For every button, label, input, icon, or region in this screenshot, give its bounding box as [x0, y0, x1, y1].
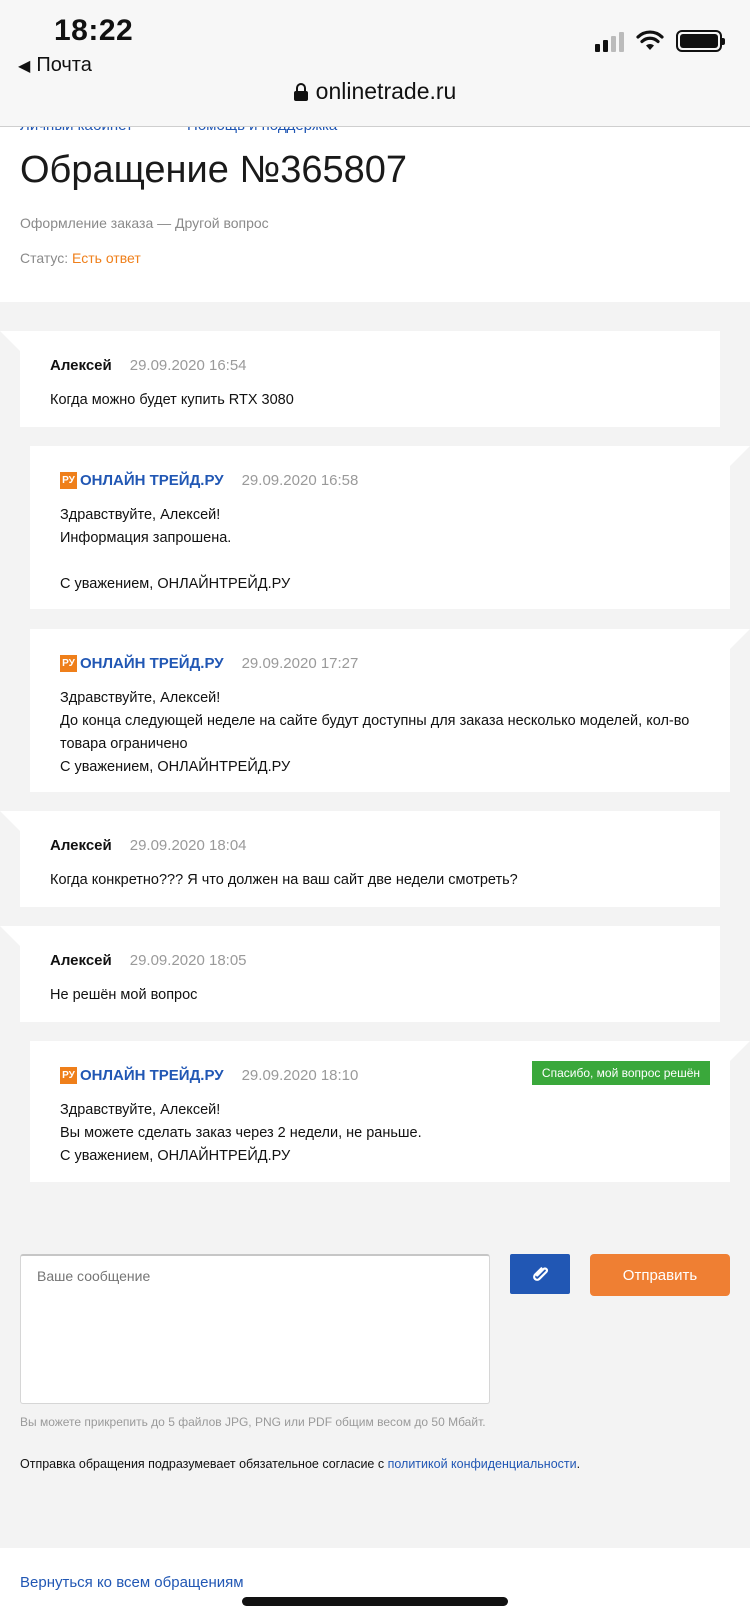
- message-line: Вы можете сделать заказ через 2 недели, …: [60, 1125, 422, 1141]
- page-title: Обращение №365807: [20, 149, 408, 191]
- home-indicator[interactable]: [242, 1597, 508, 1606]
- message-author: ОНЛАЙН ТРЕЙД.РУ: [80, 655, 224, 672]
- ticket-status: Статус: Есть ответ: [20, 250, 141, 266]
- ticket-header: Личный кабинет Помощь и поддержка Обраще…: [0, 117, 750, 302]
- status-value: Есть ответ: [72, 250, 141, 266]
- message-header: Алексей 29.09.2020 16:54: [50, 357, 247, 374]
- attachment-hint: Вы можете прикрепить до 5 файлов JPG, PN…: [20, 1415, 486, 1429]
- clock: 18:22: [54, 14, 134, 47]
- url-text: onlinetrade.ru: [315, 78, 457, 104]
- message-author: ОНЛАЙН ТРЕЙД.РУ: [80, 1067, 224, 1084]
- address-bar[interactable]: onlinetrade.ru: [0, 78, 750, 105]
- message-line: До конца следующей неделе на сайте будут…: [60, 713, 690, 752]
- onlinetrade-logo-icon: РУ: [60, 655, 77, 672]
- message-user: Алексей 29.09.2020 18:04 Когда конкретно…: [0, 811, 720, 907]
- message-line: Когда можно будет купить RTX 3080: [50, 392, 294, 408]
- message-date: 29.09.2020 18:04: [129, 837, 247, 854]
- message-author: Алексей: [50, 357, 112, 374]
- battery-icon: [676, 30, 725, 52]
- message-text: Здравствуйте, Алексей! Вы можете сделать…: [60, 1099, 700, 1168]
- paperclip-icon: [533, 1267, 548, 1281]
- message-line: Здравствуйте, Алексей!: [60, 690, 221, 706]
- message-line: Информация запрошена.: [60, 530, 232, 546]
- message-support: РУ ОНЛАЙН ТРЕЙД.РУ 29.09.2020 16:58 Здра…: [30, 446, 750, 609]
- lock-icon: [293, 82, 308, 101]
- send-button[interactable]: Отправить: [590, 1254, 730, 1296]
- consent-text-body: Отправка обращения подразумевает обязате…: [20, 1457, 388, 1471]
- message-header: РУ ОНЛАЙН ТРЕЙД.РУ 29.09.2020 17:27: [60, 655, 358, 672]
- message-author: ОНЛАЙН ТРЕЙД.РУ: [80, 472, 224, 489]
- attach-file-button[interactable]: [510, 1254, 570, 1294]
- message-user: Алексей 29.09.2020 16:54 Когда можно буд…: [0, 331, 720, 427]
- consent-text: Отправка обращения подразумевает обязате…: [20, 1457, 580, 1471]
- message-date: 29.09.2020 17:27: [241, 655, 359, 672]
- support-author: РУ ОНЛАЙН ТРЕЙД.РУ: [60, 472, 224, 489]
- message-author: Алексей: [50, 952, 112, 969]
- message-text: Здравствуйте, Алексей! До конца следующе…: [60, 687, 700, 779]
- privacy-policy-link[interactable]: политикой конфиденциальности: [388, 1457, 577, 1471]
- message-date: 29.09.2020 18:10: [241, 1067, 359, 1084]
- message-date: 29.09.2020 16:58: [241, 472, 359, 489]
- support-author: РУ ОНЛАЙН ТРЕЙД.РУ: [60, 655, 224, 672]
- message-input[interactable]: [20, 1254, 490, 1404]
- message-line: Здравствуйте, Алексей!: [60, 1102, 221, 1118]
- message-text: Здравствуйте, Алексей! Информация запрош…: [60, 504, 700, 596]
- system-icons: [595, 30, 725, 52]
- message-line: [60, 550, 700, 573]
- message-date: 29.09.2020 18:05: [129, 952, 247, 969]
- message-line: С уважением, ОНЛАЙНТРЕЙД.РУ: [60, 576, 291, 592]
- message-user: Алексей 29.09.2020 18:05 Не решён мой во…: [0, 926, 720, 1022]
- message-date: 29.09.2020 16:54: [129, 357, 247, 374]
- message-text: Когда конкретно??? Я что должен на ваш с…: [50, 869, 690, 892]
- question-resolved-button[interactable]: Спасибо, мой вопрос решён: [531, 1061, 710, 1085]
- cellular-signal-icon: [595, 30, 624, 52]
- back-to-app-button[interactable]: ◀ Почта: [18, 54, 92, 77]
- message-header: РУ ОНЛАЙН ТРЕЙД.РУ 29.09.2020 18:10: [60, 1067, 358, 1084]
- message-header: Алексей 29.09.2020 18:05: [50, 952, 247, 969]
- wifi-icon: [636, 30, 664, 50]
- onlinetrade-logo-icon: РУ: [60, 1067, 77, 1084]
- message-author: Алексей: [50, 837, 112, 854]
- back-triangle-icon: ◀: [18, 57, 31, 75]
- message-line: С уважением, ОНЛАЙНТРЕЙД.РУ: [60, 1148, 291, 1164]
- message-line: Не решён мой вопрос: [50, 987, 198, 1003]
- back-app-label: Почта: [36, 54, 92, 76]
- message-header: Алексей 29.09.2020 18:04: [50, 837, 247, 854]
- status-label: Статус:: [20, 250, 69, 266]
- message-line: Здравствуйте, Алексей!: [60, 507, 221, 523]
- support-author: РУ ОНЛАЙН ТРЕЙД.РУ: [60, 1067, 224, 1084]
- ticket-category: Оформление заказа — Другой вопрос: [20, 215, 269, 231]
- message-text: Не решён мой вопрос: [50, 984, 690, 1007]
- consent-text-end: .: [576, 1457, 581, 1471]
- message-text: Когда можно будет купить RTX 3080: [50, 389, 690, 412]
- message-line: С уважением, ОНЛАЙНТРЕЙД.РУ: [60, 759, 291, 775]
- back-to-all-tickets-link[interactable]: Вернуться ко всем обращениям: [20, 1574, 244, 1591]
- message-header: РУ ОНЛАЙН ТРЕЙД.РУ 29.09.2020 16:58: [60, 472, 358, 489]
- message-support: РУ ОНЛАЙН ТРЕЙД.РУ 29.09.2020 18:10 Спас…: [30, 1041, 750, 1182]
- footer: Вернуться ко всем обращениям: [0, 1548, 750, 1624]
- onlinetrade-logo-icon: РУ: [60, 472, 77, 489]
- message-line: Когда конкретно??? Я что должен на ваш с…: [50, 872, 518, 888]
- browser-status-bar: 18:22 ◀ Почта onlinetrade.ru: [0, 0, 750, 127]
- message-support: РУ ОНЛАЙН ТРЕЙД.РУ 29.09.2020 17:27 Здра…: [30, 629, 750, 792]
